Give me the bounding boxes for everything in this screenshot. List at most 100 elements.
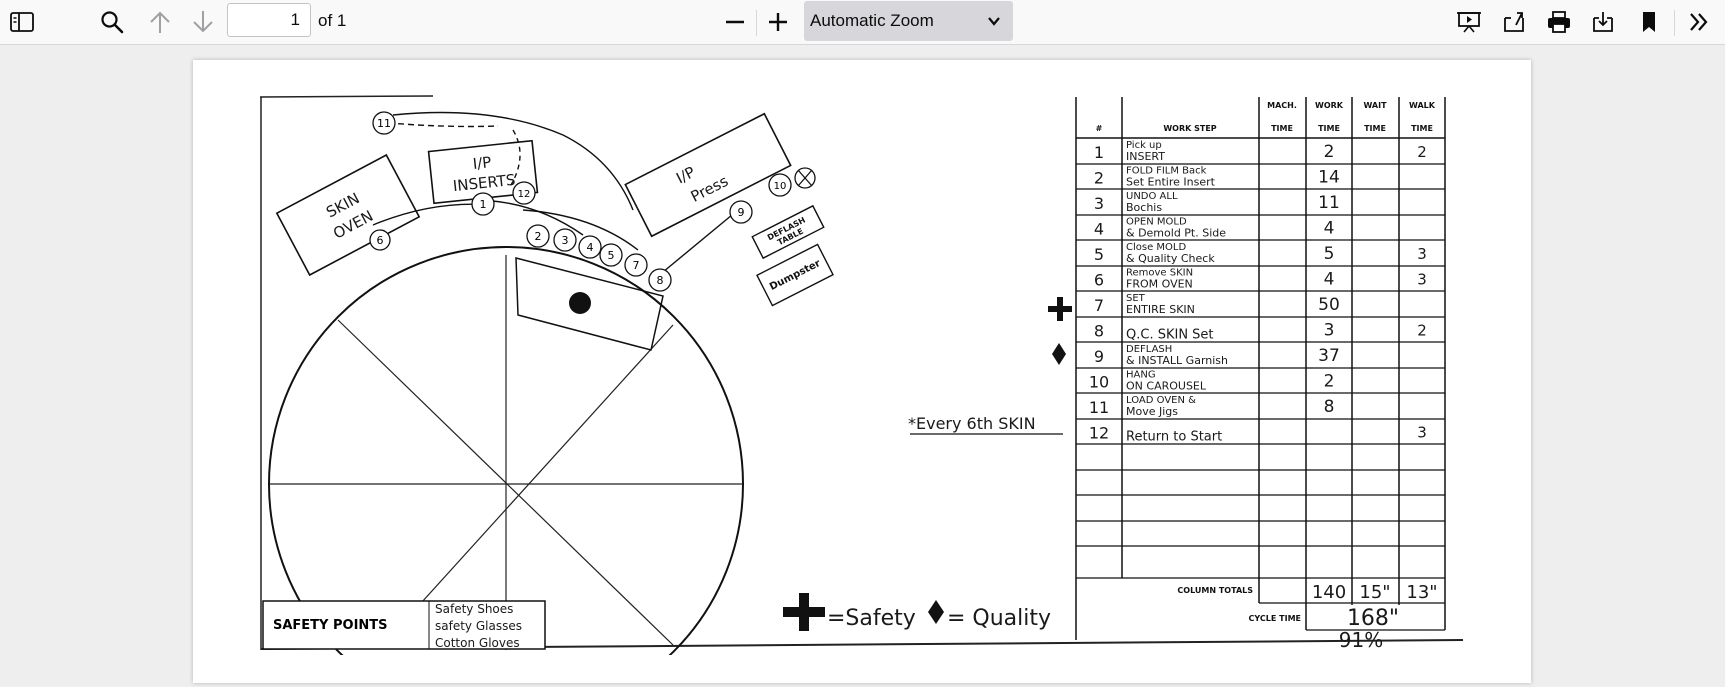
header-walk-1: WALK (1409, 101, 1436, 110)
print-button[interactable] (1542, 5, 1576, 39)
table-rows: 1 Pick upINSERT 2 2 2 FOLD FILM BackSet Entir… (1089, 140, 1427, 445)
bookmark-button[interactable] (1632, 5, 1666, 39)
svg-text:6: 6 (377, 234, 384, 247)
table-row: 5 Close MOLD& Quality Check 5 3 (1094, 242, 1427, 265)
header-work-step: WORK STEP (1163, 124, 1216, 133)
find-button[interactable] (95, 5, 129, 39)
row-walk-time: 2 (1417, 322, 1427, 340)
ip-press: I/P Press (624, 112, 792, 238)
step-marker-7: 7 (624, 253, 648, 277)
svg-text:11: 11 (377, 117, 391, 130)
row-step-line-2: INSERT (1126, 150, 1165, 163)
row-number: 3 (1094, 194, 1104, 213)
safety-points-label: SAFETY POINTS (273, 618, 388, 633)
sidebar-toggle-button[interactable] (5, 5, 39, 39)
cycle-time-label: CYCLE TIME (1249, 614, 1301, 623)
header-mach-2: TIME (1271, 124, 1293, 133)
tools-button[interactable] (1682, 5, 1716, 39)
document-viewer[interactable]: SKIN OVEN I/P INSERTS I/P Press DEFLASH … (0, 45, 1725, 687)
total-walk: 13" (1406, 582, 1437, 603)
download-icon (1591, 10, 1615, 34)
work-table: # WORK STEP MACH. TIME WORK TIME WAIT TI… (1075, 97, 1446, 652)
row-step-line-2: Move Jigs (1126, 405, 1178, 418)
printer-icon (1547, 10, 1571, 34)
table-row: 4 OPEN MOLD& Demold Pt. Side 4 (1094, 217, 1335, 240)
svg-text:7: 7 (633, 259, 640, 272)
ip-press-label-1: I/P (673, 163, 698, 187)
row-number: 8 (1094, 322, 1104, 341)
row-work-time: 8 (1324, 397, 1335, 417)
efficiency-percent: 91% (1339, 628, 1383, 652)
header-number: # (1096, 124, 1103, 133)
step-marker-12: 12 (512, 181, 536, 205)
row-number: 1 (1094, 143, 1104, 162)
svg-text:10: 10 (774, 181, 787, 192)
dumpster: Dumpster (756, 243, 834, 307)
total-work: 140 (1312, 582, 1346, 603)
plus-icon (767, 11, 789, 33)
row-work-time: 11 (1318, 193, 1340, 213)
table-row: 2 FOLD FILM BackSet Entire Insert 14 (1094, 166, 1340, 189)
row-work-time: 2 (1324, 372, 1335, 392)
row-walk-time: 3 (1417, 424, 1427, 442)
table-row: 10 HANGON CAROUSEL 2 (1089, 370, 1335, 393)
ip-inserts-label-2: INSERTS (452, 171, 516, 195)
page-number-input[interactable] (227, 3, 311, 37)
zoom-out-button[interactable] (718, 5, 752, 39)
step-marker-6: 6 (369, 229, 391, 251)
page-content: SKIN OVEN I/P INSERTS I/P Press DEFLASH … (193, 95, 1531, 687)
row-work-time: 14 (1318, 168, 1340, 188)
row-walk-time: 3 (1417, 271, 1427, 289)
row-work-time: 4 (1324, 270, 1335, 290)
safety-point-2: safety Glasses (435, 619, 522, 633)
bookmark-icon (1639, 10, 1659, 34)
row-step-line-2: ON CAROUSEL (1126, 380, 1207, 393)
every-sixth-note: *Every 6th SKIN (908, 414, 1036, 433)
header-wait-2: TIME (1364, 124, 1386, 133)
ip-inserts-label-1: I/P (472, 153, 492, 173)
table-row: 6 Remove SKINFROM OVEN 4 3 (1094, 268, 1427, 291)
pdf-page: SKIN OVEN I/P INSERTS I/P Press DEFLASH … (193, 60, 1531, 687)
step-marker-5: 5 (599, 243, 623, 267)
step-marker-8: 8 (648, 268, 672, 292)
safety-points-box: SAFETY POINTS Safety Shoes safety Glasse… (262, 600, 546, 650)
step-marker-11: 11 (372, 111, 396, 135)
toolbar-separator (756, 10, 757, 36)
row-number: 12 (1089, 424, 1109, 443)
total-wait: 15" (1359, 582, 1390, 603)
top-border-line (259, 95, 434, 98)
svg-text:9: 9 (738, 206, 745, 219)
double-chevron-right-icon (1688, 11, 1710, 33)
header-mach-1: MACH. (1267, 101, 1297, 110)
header-walk-2: TIME (1411, 124, 1433, 133)
page-count-label: of 1 (318, 11, 347, 30)
safety-point-3: Cotton Gloves (435, 636, 520, 650)
walk-path (662, 209, 739, 273)
table-row: 1 Pick upINSERT 2 2 (1094, 140, 1427, 163)
presentation-icon (1457, 10, 1481, 34)
svg-text:4: 4 (587, 241, 594, 254)
sidebar-toggle-icon (10, 12, 34, 32)
next-page-button[interactable] (186, 5, 220, 39)
previous-page-button[interactable] (143, 5, 177, 39)
open-file-button[interactable] (1497, 5, 1531, 39)
quality-diamond-icon (1052, 343, 1066, 365)
save-button[interactable] (1586, 5, 1620, 39)
zoom-in-button[interactable] (761, 5, 795, 39)
svg-text:12: 12 (518, 189, 531, 200)
svg-text:8: 8 (657, 274, 664, 287)
row-step-line-2: & Quality Check (1126, 252, 1215, 265)
presentation-mode-button[interactable] (1452, 5, 1486, 39)
carousel-spoke (382, 324, 674, 646)
zoom-select[interactable]: Automatic Zoom (804, 1, 1013, 41)
dumpster-label: Dumpster (768, 258, 822, 293)
arrow-down-icon (192, 10, 214, 34)
step-marker-10: 10 (768, 173, 792, 197)
step-marker-3: 3 (553, 228, 577, 252)
quality-diamond-icon (928, 600, 944, 624)
header-work-1: WORK (1315, 101, 1344, 110)
svg-text:3: 3 (562, 234, 569, 247)
safety-cross-icon (1048, 297, 1072, 321)
skin-oven: SKIN OVEN (275, 153, 421, 277)
search-icon (100, 10, 124, 34)
